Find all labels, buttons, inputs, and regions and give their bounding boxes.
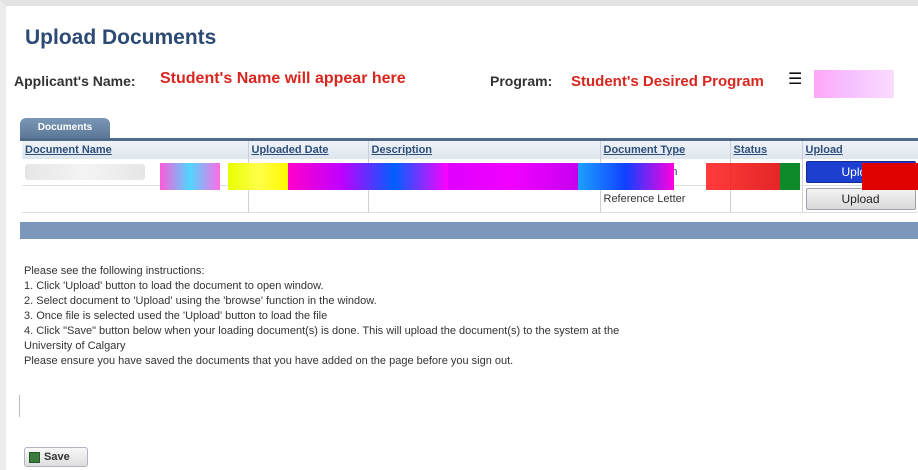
upload-button[interactable]: Upload (805, 188, 916, 210)
applicant-name-value: Student's Name will appear here (160, 70, 406, 87)
column-header-document-type[interactable]: Document Type (600, 141, 731, 159)
menu-icon[interactable]: ☰ (788, 69, 802, 89)
image-artifact (160, 163, 220, 190)
image-artifact (862, 163, 918, 190)
column-header-upload: Upload (802, 141, 918, 159)
image-artifact (288, 163, 448, 190)
table-header-row: Document Name Uploaded Date Description … (22, 141, 918, 159)
program-value: Student's Desired Program (571, 73, 764, 90)
image-artifact (578, 163, 674, 190)
page-title: Upload Documents (25, 26, 217, 49)
column-header-status[interactable]: Status (730, 141, 803, 159)
instruction-line: University of Calgary (24, 340, 126, 352)
image-artifact (814, 70, 894, 98)
instruction-line: 2. Select document to 'Upload' using the… (24, 295, 377, 307)
instructions-block: Please see the following instructions: 1… (24, 264, 904, 369)
instruction-line: 1. Click 'Upload' button to load the doc… (24, 280, 324, 292)
instruction-line: 4. Click "Save" button below when your l… (24, 325, 620, 337)
image-artifact (780, 163, 800, 190)
column-header-description[interactable]: Description (368, 141, 601, 159)
redacted-name (25, 164, 145, 180)
save-button[interactable]: Save (24, 447, 88, 467)
instruction-line: Please see the following instructions: (24, 265, 205, 277)
divider (19, 395, 20, 417)
image-artifact (448, 163, 578, 190)
save-button-label: Save (44, 451, 70, 463)
tab-documents[interactable]: Documents (20, 118, 110, 138)
column-header-document-name[interactable]: Document Name (22, 141, 249, 159)
column-header-uploaded-date[interactable]: Uploaded Date (248, 141, 369, 159)
applicant-name-label: Applicant's Name: (14, 73, 136, 89)
table-footer-band (20, 222, 918, 239)
instruction-line: 3. Once file is selected used the 'Uploa… (24, 310, 328, 322)
image-artifact (706, 163, 780, 190)
instruction-line: Please ensure you have saved the documen… (24, 355, 514, 367)
program-label: Program: (490, 73, 553, 89)
save-icon (29, 451, 40, 463)
image-artifact (228, 163, 288, 190)
